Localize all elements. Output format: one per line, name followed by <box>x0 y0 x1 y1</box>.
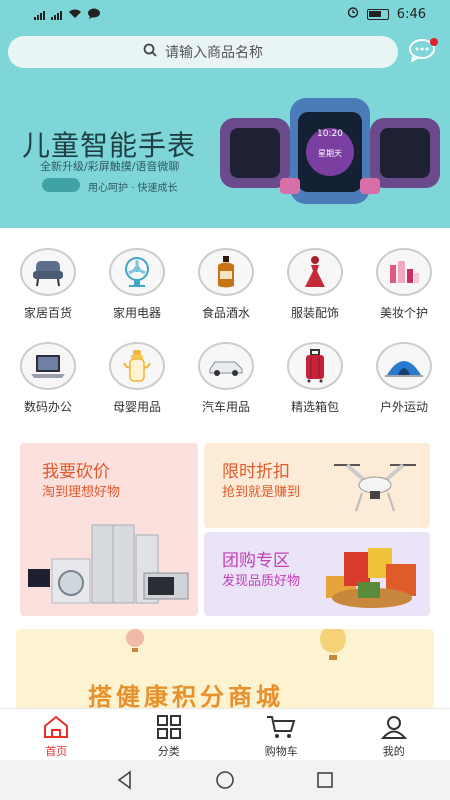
category-label: 精选箱包 <box>290 400 339 414</box>
tab-category[interactable]: 分类 <box>113 709 226 760</box>
category-label: 服装配饰 <box>290 306 339 320</box>
tab-label: 首页 <box>45 745 68 758</box>
laptop-icon <box>20 342 76 390</box>
unread-dot <box>430 38 438 46</box>
cosmetics-icon <box>376 248 432 296</box>
status-icons-left <box>34 8 100 22</box>
category-label: 汽车用品 <box>201 400 250 414</box>
drone-icon <box>334 463 416 512</box>
watch-screen-time: 10:20 <box>317 129 343 139</box>
suitcase-icon <box>287 342 343 390</box>
category-item[interactable]: 汽车用品 <box>181 342 271 415</box>
battery-icon <box>366 8 389 20</box>
snacks-icon <box>326 548 416 608</box>
back-icon[interactable] <box>115 770 135 790</box>
tab-cart[interactable]: 购物车 <box>225 709 338 760</box>
message-icon <box>88 8 100 22</box>
bargain-subtitle: 淘到理想好物 <box>42 485 121 500</box>
category-label: 户外运动 <box>379 400 428 414</box>
grid-icon <box>156 715 181 739</box>
bargain-title: 我要砍价 <box>42 462 110 482</box>
hot-air-balloon-icon <box>320 629 346 660</box>
category-label: 母婴用品 <box>112 400 161 414</box>
dress-icon <box>287 248 343 296</box>
flash-subtitle: 抢到就是赚到 <box>222 485 301 500</box>
alarm-icon <box>347 6 359 22</box>
category-item[interactable]: 户外运动 <box>359 342 449 415</box>
car-icon <box>198 342 254 390</box>
bargain-card[interactable]: 我要砍价 淘到理想好物 <box>20 443 198 616</box>
bottom-tab-bar: 首页 分类 购物车 我的 <box>0 708 450 760</box>
search-icon <box>143 43 157 61</box>
status-icons-right: 6:46 <box>347 6 426 22</box>
tab-label: 我的 <box>382 745 405 758</box>
user-icon <box>380 716 407 739</box>
category-item[interactable]: 美妆个护 <box>359 248 449 321</box>
tent-icon <box>376 342 432 390</box>
category-label: 家用电器 <box>112 306 161 320</box>
flash-sale-card[interactable]: 限时折扣 抢到就是赚到 <box>204 443 430 528</box>
appliances-icon <box>28 524 189 604</box>
category-label: 食品酒水 <box>201 306 250 320</box>
category-item[interactable]: 母婴用品 <box>92 342 182 415</box>
tab-mine[interactable]: 我的 <box>338 709 450 760</box>
home-icon <box>44 715 69 738</box>
banner-tagline: 用心呵护 · 快速成长 <box>88 183 178 194</box>
category-item[interactable]: 精选箱包 <box>270 342 360 415</box>
signal-4g-icon <box>51 10 62 20</box>
system-nav-bar <box>0 760 450 800</box>
tab-home[interactable]: 首页 <box>0 709 113 760</box>
category-label: 数码办公 <box>23 400 72 414</box>
smartwatch-image[interactable]: 10:20 星期天 <box>220 98 440 208</box>
search-placeholder: 请输入商品名称 <box>165 45 263 61</box>
cart-icon <box>267 716 296 738</box>
watch-screen-day: 星期天 <box>318 149 342 158</box>
message-button[interactable] <box>408 38 438 64</box>
category-label: 美妆个护 <box>379 306 428 320</box>
category-item[interactable]: 家居百货 <box>3 248 93 321</box>
wifi-icon <box>68 8 82 22</box>
recents-icon[interactable] <box>315 770 335 790</box>
status-bar: 6:46 <box>0 0 450 28</box>
mall-title: 搭健康积分商城 <box>88 683 284 709</box>
banner-subtitle: 全新升级/彩屏触摸/语音微聊 <box>40 160 180 173</box>
category-item[interactable]: 家用电器 <box>92 248 182 321</box>
status-time: 6:46 <box>396 6 426 22</box>
search-bar[interactable]: 请输入商品名称 <box>8 36 398 68</box>
armchair-icon <box>20 248 76 296</box>
category-item[interactable]: 食品酒水 <box>181 248 271 321</box>
top-banner-area: 6:46 请输入商品名称 儿童智能手表 全新升级/彩屏触摸/语音微聊 用心呵护 … <box>0 0 450 228</box>
liquor-bottle-icon <box>198 248 254 296</box>
baby-bottle-icon <box>109 342 165 390</box>
hot-air-balloon-icon <box>126 629 144 652</box>
signal-4g-icon <box>34 10 45 20</box>
tab-label: 分类 <box>157 745 180 758</box>
points-mall-banner[interactable]: 搭健康积分商城 <box>16 629 434 709</box>
fan-icon <box>109 248 165 296</box>
tab-label: 购物车 <box>264 745 298 758</box>
banner-tag-icon <box>42 178 80 192</box>
group-buy-card[interactable]: 团购专区 发现品质好物 <box>204 532 430 616</box>
flash-title: 限时折扣 <box>222 462 290 482</box>
home-nav-icon[interactable] <box>215 770 235 790</box>
category-item[interactable]: 数码办公 <box>3 342 93 415</box>
group-title: 团购专区 <box>222 551 290 571</box>
group-subtitle: 发现品质好物 <box>222 574 301 589</box>
category-item[interactable]: 服装配饰 <box>270 248 360 321</box>
category-label: 家居百货 <box>23 306 72 320</box>
